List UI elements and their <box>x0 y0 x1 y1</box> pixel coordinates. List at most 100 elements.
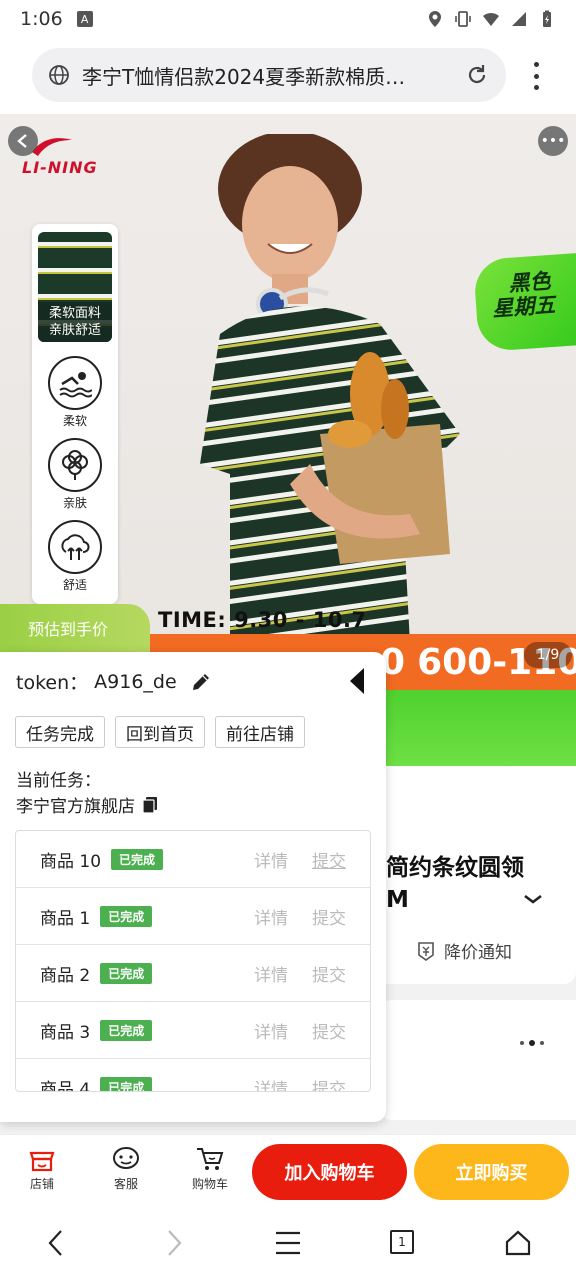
brand-logo-text: LI-NING <box>22 158 98 177</box>
shop-button[interactable]: 店铺 <box>14 1143 70 1192</box>
token-label: token： <box>16 672 89 694</box>
pager-dots <box>520 1040 544 1046</box>
purchase-action-bar: 店铺 客服 购物车 加入购物车 立即购买 <box>0 1134 576 1208</box>
price-tag-icon <box>418 941 434 961</box>
feature-card: 柔软面料 亲肤舒适 柔软 亲肤 舒适 <box>32 224 118 604</box>
task-panel: token： A916_de 任务完成 回到首页 前往店铺 当前任务： 李宁官方… <box>0 652 386 1122</box>
black-friday-badge: 黑色 星期五 <box>472 251 576 353</box>
product-title[interactable]: 简约条纹圆领 M <box>386 852 524 916</box>
list-item: 商品 2 已完成 详情 提交 <box>16 945 370 1002</box>
cart-icon <box>197 1148 224 1170</box>
feature-soft: 柔软 <box>46 356 104 429</box>
submit-link[interactable]: 提交 <box>312 1075 346 1092</box>
feature-comfort: 舒适 <box>46 520 104 593</box>
list-item: 商品 4 已完成 详情 提交 <box>16 1059 370 1092</box>
product-title-line-2: M <box>386 887 409 913</box>
cotton-icon <box>62 450 88 480</box>
status-badge: 已完成 <box>100 1076 153 1091</box>
image-page-indicator: 1/9 <box>524 642 572 668</box>
notification-a-icon: A <box>76 11 93 27</box>
fabric-text-1: 柔软面料 <box>48 306 101 321</box>
nav-home-icon[interactable] <box>504 1228 532 1258</box>
service-label: 客服 <box>113 1177 138 1191</box>
add-to-cart-button[interactable]: 加入购物车 <box>252 1144 407 1200</box>
detail-link[interactable]: 详情 <box>254 961 288 986</box>
price-notify-label: 降价通知 <box>444 943 512 963</box>
status-badge: 已完成 <box>111 848 164 870</box>
browser-menu-icon[interactable] <box>526 58 546 94</box>
page-title: 李宁T恤情侣款2024夏季新款棉质… <box>82 64 406 89</box>
vibrate-icon <box>455 11 471 27</box>
collapse-panel-icon[interactable] <box>346 666 370 696</box>
status-badge: 已完成 <box>100 962 153 984</box>
feature-label-soft: 柔软 <box>62 414 87 428</box>
copy-icon[interactable] <box>141 796 159 814</box>
status-bar: 1:06 A <box>0 0 576 38</box>
reload-icon[interactable] <box>464 62 490 88</box>
item-name: 商品 3 <box>40 1022 91 1043</box>
detail-link[interactable]: 详情 <box>254 1018 288 1043</box>
nav-forward-icon[interactable] <box>162 1228 186 1258</box>
fabric-text-2: 亲肤舒适 <box>48 323 101 338</box>
product-title-line-1: 简约条纹圆领 <box>386 855 524 881</box>
price-notify-button[interactable]: 降价通知 <box>414 938 512 963</box>
list-item: 商品 10 已完成 详情 提交 <box>16 831 370 888</box>
submit-link[interactable]: 提交 <box>312 961 346 986</box>
list-item: 商品 3 已完成 详情 提交 <box>16 1002 370 1059</box>
item-name: 商品 4 <box>40 1079 91 1092</box>
buy-now-button[interactable]: 立即购买 <box>414 1144 569 1200</box>
feature-label-comfort: 舒适 <box>62 578 87 592</box>
shop-icon <box>29 1151 55 1172</box>
secondary-card <box>380 1000 576 1120</box>
list-item: 商品 1 已完成 详情 提交 <box>16 888 370 945</box>
status-badge: 已完成 <box>100 905 153 927</box>
current-task-label: 当前任务： <box>16 771 101 791</box>
estimate-price-label: 预估到手价 <box>0 604 150 652</box>
status-badge: 已完成 <box>100 1019 153 1041</box>
customer-service-button[interactable]: 客服 <box>98 1143 154 1192</box>
wifi-icon <box>483 12 499 26</box>
nav-back-icon[interactable] <box>44 1228 68 1258</box>
current-task-value: 李宁官方旗舰店 <box>16 792 159 817</box>
chevron-left-icon <box>17 134 27 148</box>
submit-link[interactable]: 提交 <box>312 904 346 929</box>
tabs-button[interactable]: 1 <box>390 1230 414 1254</box>
nav-menu-icon[interactable] <box>274 1228 302 1258</box>
back-home-button[interactable]: 回到首页 <box>115 716 205 748</box>
go-to-shop-button[interactable]: 前往店铺 <box>215 716 305 748</box>
current-task-text: 李宁官方旗舰店 <box>16 797 135 817</box>
detail-link[interactable]: 详情 <box>254 904 288 929</box>
panel-button-row: 任务完成 回到首页 前往店铺 <box>15 716 305 748</box>
item-name: 商品 10 <box>40 851 102 872</box>
chevron-down-icon[interactable] <box>522 892 544 906</box>
browser-nav-bar: 1 <box>0 1208 576 1280</box>
task-complete-button[interactable]: 任务完成 <box>15 716 105 748</box>
status-time: 1:06 <box>20 8 63 30</box>
promo-time: TIME: 9.30 - 10.7 <box>158 608 367 632</box>
item-name: 商品 1 <box>40 908 91 929</box>
item-name: 商品 2 <box>40 965 91 986</box>
token-row: token： A916_de <box>16 668 213 695</box>
more-options-button[interactable]: ••• <box>538 126 568 156</box>
product-hero-image[interactable]: LI-NING ••• 柔软面料 亲肤舒适 柔软 亲肤 舒适 黑色 星期五 预估… <box>0 114 576 674</box>
globe-icon <box>49 65 69 85</box>
signal-icon <box>512 12 526 26</box>
product-info-card: 简约条纹圆领 M 降价通知 <box>380 766 576 984</box>
detail-link[interactable]: 详情 <box>254 1075 288 1092</box>
chat-icon <box>113 1147 139 1169</box>
back-button[interactable] <box>8 126 38 156</box>
submit-link[interactable]: 提交 <box>312 847 346 872</box>
promo-green-band <box>380 690 576 766</box>
address-bar[interactable]: 李宁T恤情侣款2024夏季新款棉质… <box>32 48 506 102</box>
location-icon <box>429 11 441 27</box>
detail-link[interactable]: 详情 <box>254 847 288 872</box>
fabric-swatch: 柔软面料 亲肤舒适 <box>38 232 112 342</box>
feature-label-skin: 亲肤 <box>62 496 87 510</box>
browser-toolbar: 李宁T恤情侣款2024夏季新款棉质… <box>0 38 576 114</box>
submit-link[interactable]: 提交 <box>312 1018 346 1043</box>
token-value: A916_de <box>94 670 177 693</box>
task-item-list[interactable]: 商品 10 已完成 详情 提交 商品 1 已完成 详情 提交 商品 2 已完成 … <box>15 830 371 1092</box>
cart-button[interactable]: 购物车 <box>182 1143 238 1192</box>
feature-skin: 亲肤 <box>46 438 104 511</box>
edit-icon[interactable] <box>189 670 213 694</box>
